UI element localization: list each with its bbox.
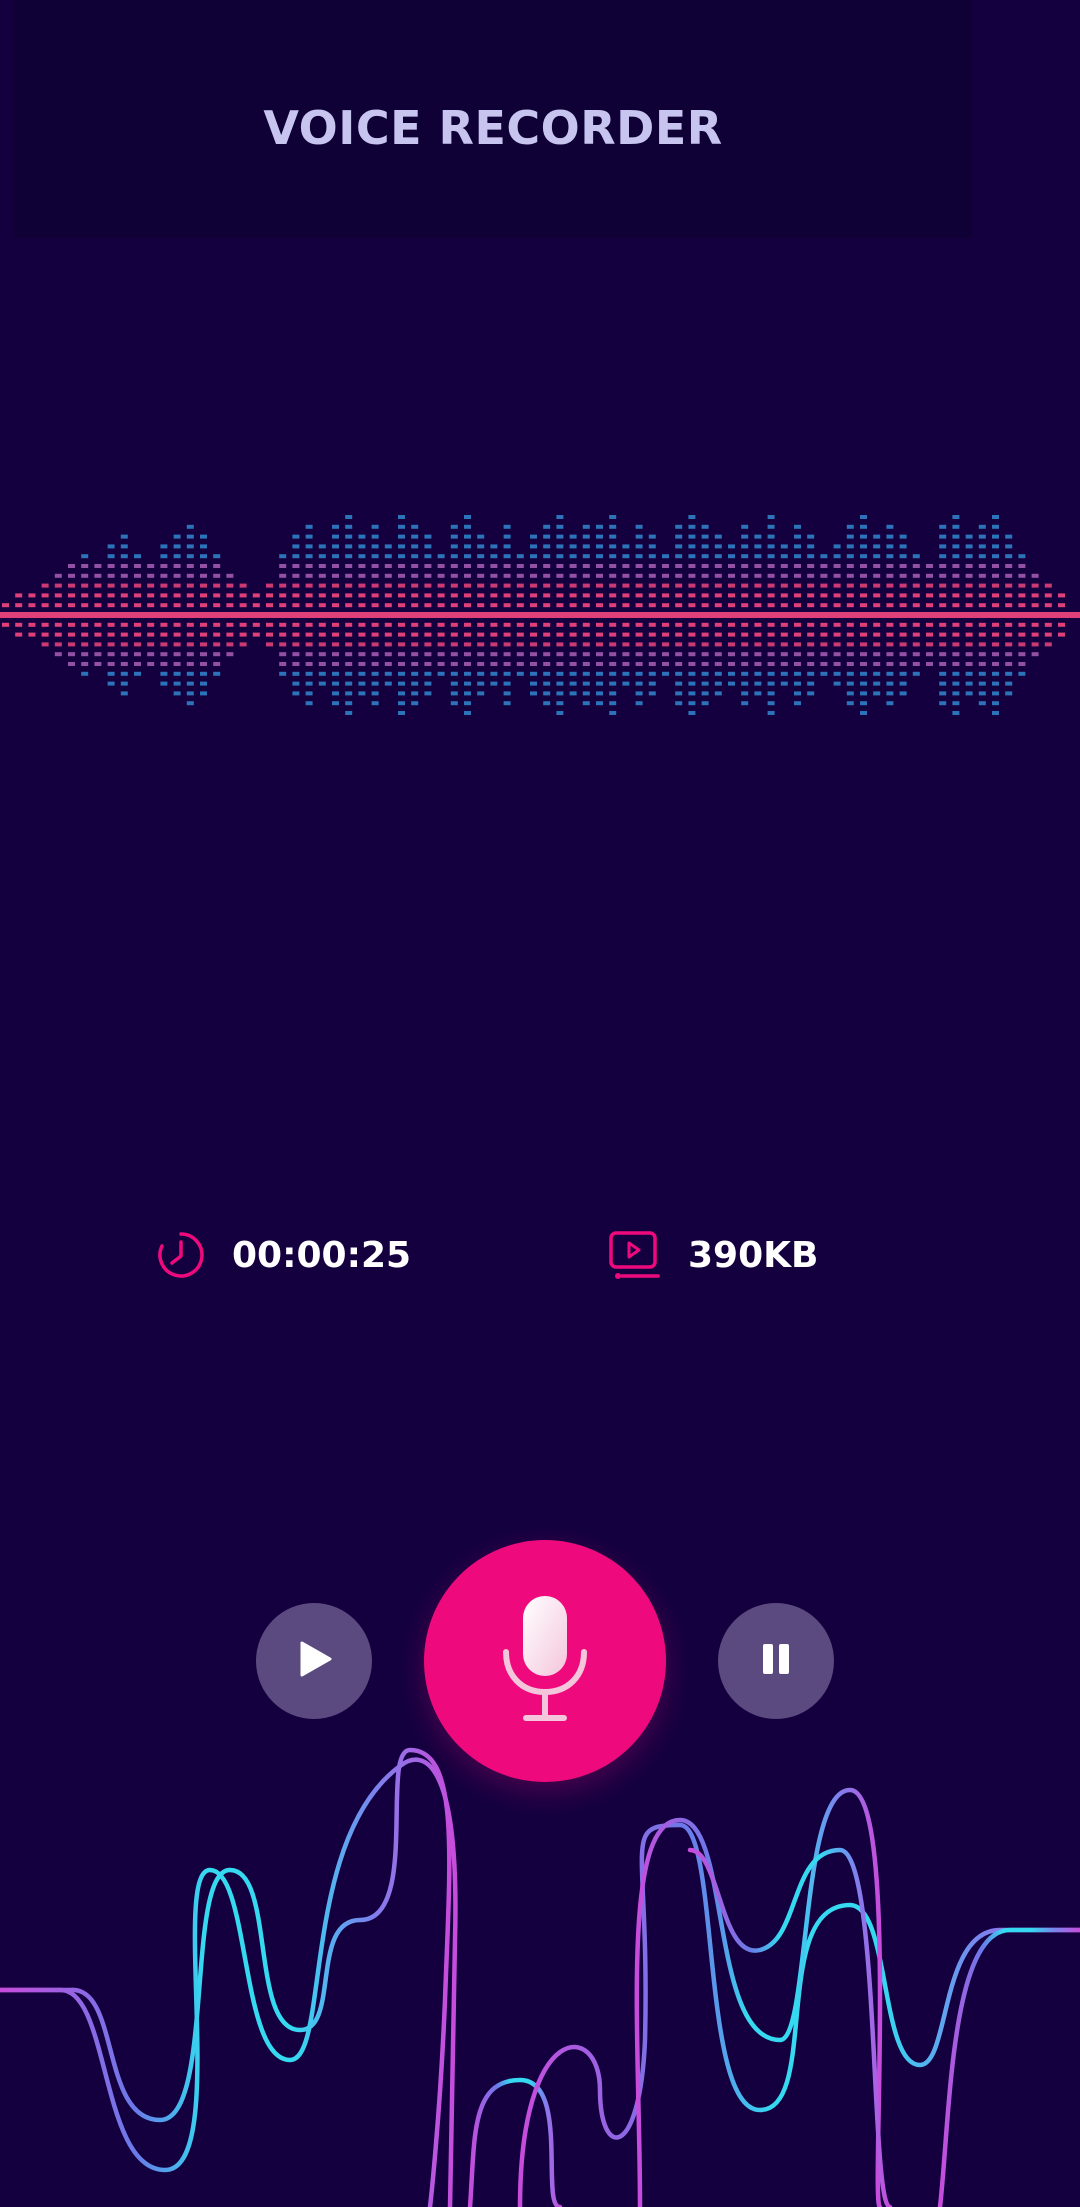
pause-icon [756, 1639, 796, 1684]
play-button[interactable] [256, 1603, 372, 1719]
decorative-sound-waves [0, 1747, 1080, 2207]
pause-button[interactable] [718, 1603, 834, 1719]
duration-value: 00:00:25 [232, 1234, 412, 1276]
file-size-value: 390KB [688, 1234, 819, 1276]
app-header: VOICE RECORDER [14, 0, 972, 238]
record-button[interactable] [424, 1540, 666, 1782]
file-size-stat: 390KB [608, 1230, 818, 1280]
play-icon [292, 1637, 336, 1686]
clock-icon [156, 1230, 206, 1280]
equalizer-visualization [0, 515, 1080, 715]
duration-stat: 00:00:25 [156, 1230, 411, 1280]
video-file-icon [608, 1230, 662, 1280]
page-title: VOICE RECORDER [263, 101, 723, 155]
microphone-icon [500, 1594, 590, 1729]
